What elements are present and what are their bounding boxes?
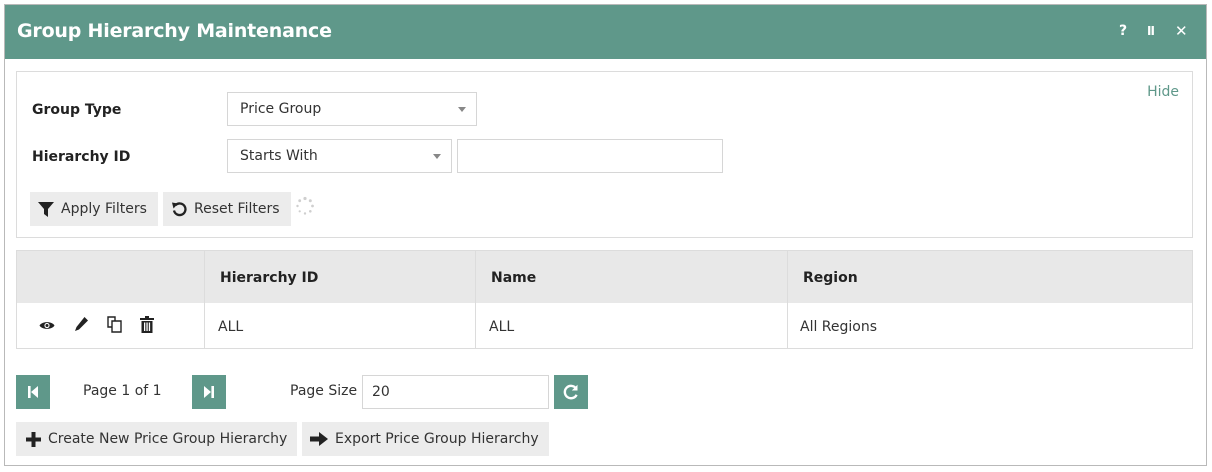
close-button[interactable]: ✕	[1175, 22, 1188, 40]
hide-filters-link[interactable]: Hide	[1147, 84, 1179, 100]
export-hierarchy-button[interactable]: Export Price Group Hierarchy	[302, 422, 549, 456]
reset-filters-button[interactable]: Reset Filters	[163, 192, 291, 226]
cell-hierarchy-id: ALL	[218, 319, 244, 335]
group-type-label: Group Type	[32, 102, 122, 118]
last-page-icon	[204, 386, 214, 398]
hierarchy-id-operator-select[interactable]: Starts With	[227, 139, 452, 173]
last-page-button[interactable]	[192, 375, 226, 409]
view-icon[interactable]	[39, 320, 55, 331]
page-size-input[interactable]: 20	[362, 375, 549, 409]
window: Group Hierarchy Maintenance ? II ✕ Hide …	[4, 4, 1207, 466]
group-type-value: Price Group	[240, 101, 322, 117]
hierarchy-id-input[interactable]	[457, 139, 723, 173]
reset-filters-label: Reset Filters	[194, 201, 280, 217]
filter-icon	[38, 201, 54, 217]
plus-icon	[26, 431, 41, 447]
create-hierarchy-label: Create New Price Group Hierarchy	[48, 431, 288, 447]
help-button[interactable]: ?	[1119, 22, 1127, 40]
hierarchy-id-label: Hierarchy ID	[32, 149, 131, 165]
pause-button[interactable]: II	[1147, 22, 1155, 40]
column-header-name[interactable]: Name	[491, 270, 536, 286]
filter-panel: Hide Group Type Price Group Hierarchy ID…	[16, 71, 1193, 238]
hierarchy-table: Hierarchy ID Name Region ALL ALL All Reg…	[16, 250, 1193, 349]
page-size-label: Page Size	[290, 383, 358, 399]
create-hierarchy-button[interactable]: Create New Price Group Hierarchy	[16, 422, 297, 456]
group-type-select[interactable]: Price Group	[227, 92, 477, 126]
chevron-down-icon	[458, 107, 466, 112]
cell-region: All Regions	[800, 319, 878, 335]
edit-icon[interactable]	[74, 316, 89, 332]
refresh-button[interactable]	[554, 375, 588, 409]
first-page-button[interactable]	[16, 375, 50, 409]
loading-spinner-icon	[296, 196, 314, 215]
copy-icon[interactable]	[107, 316, 122, 333]
apply-filters-button[interactable]: Apply Filters	[30, 192, 158, 226]
first-page-icon	[28, 386, 38, 398]
table-row: ALL ALL All Regions	[17, 303, 1192, 348]
title-bar: Group Hierarchy Maintenance ? II ✕	[5, 5, 1206, 59]
column-header-region[interactable]: Region	[803, 270, 858, 286]
apply-filters-label: Apply Filters	[61, 201, 147, 217]
column-divider	[475, 251, 476, 348]
chevron-down-icon	[433, 154, 441, 159]
hierarchy-id-operator-value: Starts With	[240, 148, 318, 164]
page-title: Group Hierarchy Maintenance	[17, 20, 332, 42]
refresh-icon	[563, 384, 578, 400]
arrow-right-icon	[310, 432, 328, 446]
page-indicator: Page 1 of 1	[83, 383, 162, 399]
page-size-value: 20	[372, 384, 390, 400]
reset-icon	[172, 202, 187, 217]
table-header: Hierarchy ID Name Region	[17, 251, 1192, 303]
export-hierarchy-label: Export Price Group Hierarchy	[335, 431, 539, 447]
delete-icon[interactable]	[140, 316, 154, 333]
column-divider	[204, 251, 205, 348]
column-header-hierarchy-id[interactable]: Hierarchy ID	[220, 270, 318, 286]
cell-name: ALL	[489, 319, 515, 335]
column-divider	[787, 251, 788, 348]
